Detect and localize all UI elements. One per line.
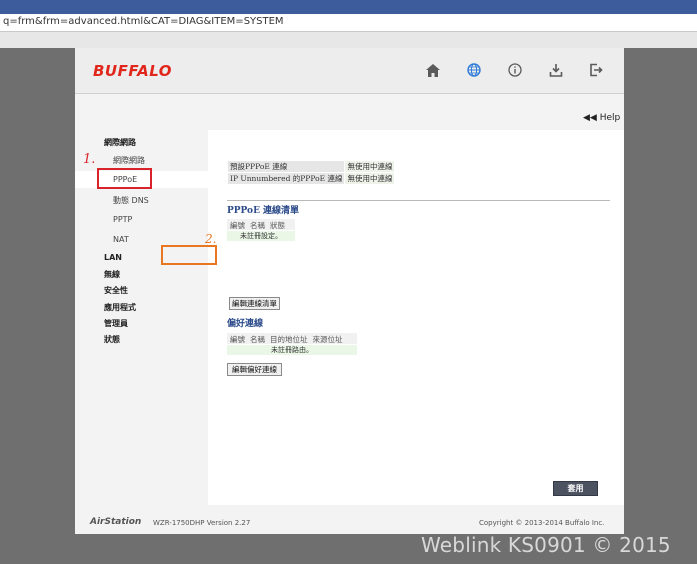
- table-row: IP Unnumbered 的PPPoE 連線 無使用中連線: [228, 173, 395, 184]
- address-text[interactable]: q=frm&frm=advanced.html&CAT=DIAG&ITEM=SY…: [3, 16, 284, 27]
- annotation-step-2: 2.: [205, 232, 217, 246]
- col-number: 編號: [230, 335, 245, 344]
- help-label: Help: [599, 113, 621, 123]
- section-divider: [227, 200, 610, 201]
- model-version: WZR-1750DHP Version 2.27: [153, 519, 251, 527]
- sidebar-item-applications[interactable]: 應用程式: [104, 302, 136, 313]
- copyright: Copyright © 2013-2014 Buffalo Inc.: [479, 519, 605, 527]
- pppoe-list-title: PPPoE 連線清單: [227, 206, 300, 216]
- sidebar-item-lan[interactable]: LAN: [104, 253, 122, 262]
- pppoe-list-empty: 未註冊設定。: [227, 231, 295, 241]
- annotation-box-edit-list: [161, 245, 217, 265]
- sidebar-item-admin[interactable]: 管理員: [104, 318, 128, 329]
- header: BUFFALO: [75, 48, 624, 94]
- pppoe-status-table: 預設PPPoE 連線 無使用中連線 IP Unnumbered 的PPPoE 連…: [227, 160, 395, 185]
- address-bar[interactable]: q=frm&frm=advanced.html&CAT=DIAG&ITEM=SY…: [0, 14, 697, 32]
- apply-button[interactable]: 套用: [553, 481, 598, 496]
- table-row: 預設PPPoE 連線 無使用中連線: [228, 161, 395, 172]
- col-number: 編號: [230, 221, 245, 230]
- main-content: 預設PPPoE 連線 無使用中連線 IP Unnumbered 的PPPoE 連…: [208, 130, 624, 505]
- sidebar-item-wireless[interactable]: 無線: [104, 269, 120, 280]
- sidebar-item-security[interactable]: 安全性: [104, 285, 128, 296]
- row-label: IP Unnumbered 的PPPoE 連線: [228, 173, 345, 184]
- edit-connection-list-button[interactable]: 編輯連線清單: [229, 297, 280, 310]
- rewind-icon: ◀◀: [583, 113, 597, 123]
- col-name: 名稱: [250, 335, 265, 344]
- pppoe-list-header: 編號 名稱 狀態: [230, 220, 290, 231]
- col-status: 狀態: [270, 221, 285, 230]
- airstation-logo: AirStation: [90, 517, 142, 527]
- sidebar-item-ddns[interactable]: 動態 DNS: [113, 195, 149, 206]
- buffalo-logo: BUFFALO: [93, 62, 173, 80]
- browser-titlebar: [0, 0, 697, 14]
- router-admin-panel: BUFFALO ◀◀ Help 網際網路 網際網路 PPPoE 動態 DNS P…: [75, 48, 624, 534]
- preferred-connection-title: 偏好連線: [227, 319, 264, 329]
- info-icon[interactable]: [506, 61, 524, 79]
- preferred-empty: 未註冊路由。: [227, 345, 357, 355]
- annotation-step-1: 1.: [83, 152, 96, 167]
- sidebar-item-status[interactable]: 狀態: [104, 334, 120, 345]
- home-icon[interactable]: [424, 61, 442, 79]
- col-name: 名稱: [250, 221, 265, 230]
- sidebar-item-nat[interactable]: NAT: [113, 235, 129, 244]
- browser-toolbar-area: [0, 32, 697, 48]
- sidebar-item-internet-group[interactable]: 網際網路: [104, 137, 136, 148]
- edit-preferred-connection-button[interactable]: 編輯偏好連線: [227, 363, 282, 376]
- row-value: 無使用中連線: [345, 173, 395, 184]
- row-value: 無使用中連線: [345, 161, 395, 172]
- preferred-header: 編號 名稱 目的地位址 來源位址: [230, 334, 348, 345]
- col-source: 來源位址: [312, 335, 343, 344]
- download-icon[interactable]: [547, 61, 565, 79]
- row-label: 預設PPPoE 連線: [228, 161, 345, 172]
- col-destination: 目的地位址: [270, 335, 308, 344]
- help-link[interactable]: ◀◀ Help: [583, 113, 620, 123]
- globe-icon[interactable]: [465, 61, 483, 79]
- sidebar-item-pptp[interactable]: PPTP: [113, 215, 132, 224]
- annotation-box-pppoe: [97, 168, 152, 189]
- sidebar-item-internet[interactable]: 網際網路: [113, 155, 145, 166]
- watermark: Weblink KS0901 © 2015: [421, 533, 671, 557]
- logout-icon[interactable]: [587, 61, 605, 79]
